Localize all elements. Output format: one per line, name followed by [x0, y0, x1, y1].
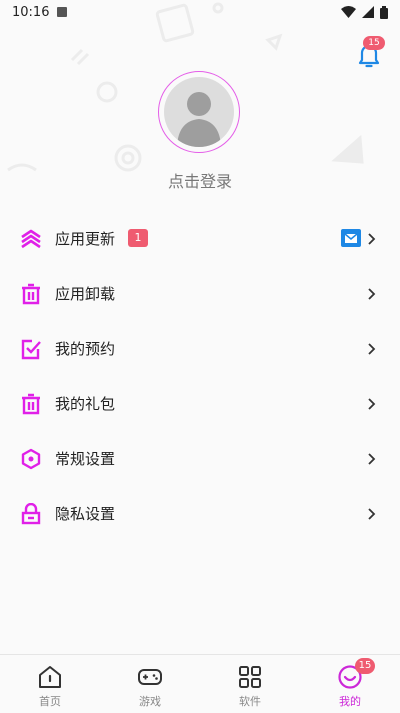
menu-label: 应用卸载	[55, 285, 116, 303]
settings-menu: 应用更新 1 应用卸载 我的预约 我的礼包 常规设置 隐私设置	[0, 211, 400, 541]
bell-badge: 15	[363, 36, 385, 50]
menu-item-general-settings[interactable]: 常规设置	[0, 431, 400, 486]
checklist-icon	[21, 339, 41, 359]
settings-hexagon-icon	[21, 448, 41, 469]
avatar[interactable]	[158, 71, 240, 153]
chevron-right-icon	[368, 232, 376, 245]
menu-item-my-gifts[interactable]: 我的礼包	[0, 376, 400, 431]
avatar-placeholder-icon	[164, 77, 234, 147]
tab-label: 游戏	[139, 695, 161, 708]
chevron-right-icon	[368, 397, 376, 410]
menu-label: 我的预约	[55, 340, 116, 358]
tab-games[interactable]: 游戏	[100, 655, 200, 713]
tab-mine[interactable]: 我的 15	[300, 655, 400, 713]
status-bar: 10:16	[0, 0, 400, 24]
chevron-right-icon	[368, 507, 376, 520]
tab-label: 首页	[39, 695, 61, 708]
tab-label: 软件	[239, 695, 261, 708]
signal-icon	[362, 6, 374, 18]
mail-app-icon	[341, 229, 361, 247]
trash-icon	[22, 283, 40, 304]
tab-label: 我的	[339, 695, 361, 708]
tab-home[interactable]: 首页	[0, 655, 100, 713]
notification-app-icon	[57, 7, 68, 17]
update-icon	[21, 229, 41, 248]
chevron-right-icon	[368, 287, 376, 300]
tab-badge: 15	[355, 658, 375, 674]
bottom-tab-bar: 首页 游戏 软件 我的 15	[0, 654, 400, 713]
update-count-badge: 1	[128, 229, 148, 247]
tab-software[interactable]: 软件	[200, 655, 300, 713]
home-icon	[39, 666, 61, 688]
menu-label: 我的礼包	[55, 395, 116, 413]
menu-item-app-update[interactable]: 应用更新 1	[0, 211, 400, 266]
menu-item-app-uninstall[interactable]: 应用卸载	[0, 266, 400, 321]
lock-icon	[21, 502, 41, 524]
battery-icon	[380, 5, 388, 19]
gamepad-icon	[138, 669, 162, 685]
menu-label: 应用更新	[55, 230, 116, 248]
login-link[interactable]: 点击登录	[0, 168, 400, 192]
menu-label: 常规设置	[55, 450, 116, 468]
menu-label: 隐私设置	[55, 505, 116, 523]
wifi-icon	[341, 6, 356, 18]
grid-icon	[239, 666, 261, 688]
chevron-right-icon	[368, 342, 376, 355]
menu-item-my-reservations[interactable]: 我的预约	[0, 321, 400, 376]
menu-item-privacy-settings[interactable]: 隐私设置	[0, 486, 400, 541]
gift-icon	[22, 393, 40, 414]
chevron-right-icon	[368, 452, 376, 465]
status-time: 10:16	[12, 4, 50, 20]
